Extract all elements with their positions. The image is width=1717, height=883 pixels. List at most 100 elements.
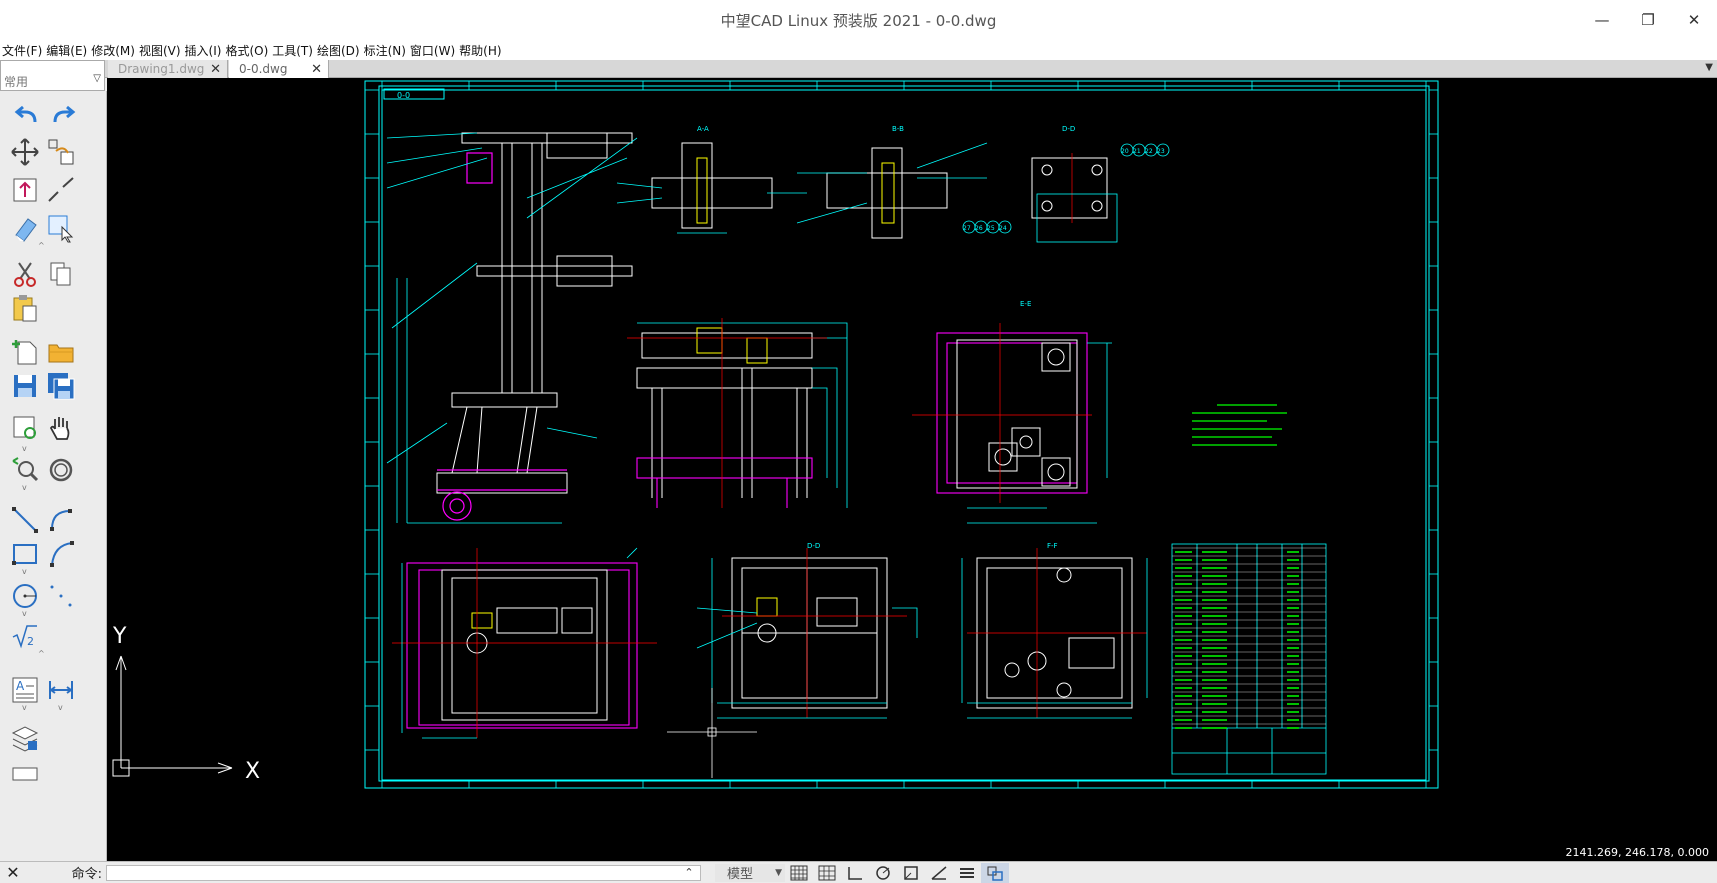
menu-window[interactable]: 窗口(W) [410, 42, 455, 59]
window-controls: — ❐ ✕ [1579, 0, 1717, 40]
stretch-icon[interactable] [8, 173, 42, 207]
polar-icon[interactable] [869, 863, 897, 883]
tab-label: Drawing1.dwg [118, 62, 205, 76]
callout: 20 [1121, 148, 1129, 155]
point-icon[interactable] [44, 579, 78, 613]
dim-icon[interactable] [44, 673, 78, 707]
menu-draw[interactable]: 绘图(D) [317, 42, 360, 59]
chevron-down-icon[interactable]: v [22, 444, 27, 453]
menu-modify[interactable]: 修改(M) [91, 42, 135, 59]
workspace-select[interactable]: 常用 ▽ [0, 60, 105, 91]
open-icon[interactable] [44, 334, 78, 368]
command-label: 命令: [71, 867, 102, 882]
erase-icon[interactable] [8, 211, 42, 245]
line-icon[interactable] [8, 503, 42, 537]
chevron-up-icon[interactable]: ^ [38, 241, 45, 250]
redo-icon[interactable] [46, 99, 80, 133]
rect-icon[interactable] [8, 537, 42, 571]
select-icon[interactable] [44, 211, 78, 245]
tracking-icon[interactable] [925, 863, 953, 883]
zoom-window-icon[interactable] [8, 411, 42, 445]
object-snap-icon[interactable] [897, 863, 925, 883]
chevron-down-icon[interactable]: v [22, 609, 27, 618]
ucs-y-label: Y [112, 624, 127, 649]
cad-drawing: 0-0 A-A B-B 20 21 22 23 27 26 25 24 D-D … [112, 80, 1439, 789]
window-title: 中望CAD Linux 预装版 2021 - 0-0.dwg [720, 11, 997, 30]
view-label: F-F [1047, 542, 1058, 550]
break-icon[interactable] [44, 173, 78, 207]
chevron-down-icon[interactable]: v [22, 483, 27, 492]
cut-icon[interactable] [8, 257, 42, 291]
callout: 24 [999, 225, 1007, 232]
zoom-icon[interactable] [8, 453, 42, 487]
tool-palette: ^ v v v v 2 ^ A v v [0, 91, 107, 861]
restore-button[interactable]: ❐ [1625, 0, 1671, 40]
close-icon[interactable]: ✕ [0, 863, 26, 882]
chevron-down-icon[interactable]: v [58, 703, 63, 712]
snap-grid-icon[interactable] [813, 863, 841, 883]
command-bar: ✕ 命令: ⌃ 模型 ▼ [0, 861, 1717, 883]
menu-help[interactable]: 帮助(H) [459, 42, 501, 59]
move-icon[interactable] [8, 135, 42, 169]
document-tab-bar: Drawing1.dwg ✕ 0-0.dwg ✕ ▼ [0, 60, 1717, 78]
tab-drawing1[interactable]: Drawing1.dwg ✕ [108, 60, 228, 78]
circle-icon[interactable] [8, 579, 42, 613]
menu-dimension[interactable]: 标注(N) [364, 42, 406, 59]
grid-display-icon[interactable] [785, 863, 813, 883]
pan-icon[interactable] [44, 411, 78, 445]
command-input[interactable] [106, 864, 701, 881]
view-label: B-B [892, 125, 904, 133]
chevron-down-icon[interactable]: v [22, 567, 27, 576]
close-icon[interactable]: ✕ [311, 62, 322, 77]
menu-bar: 文件(F) 编辑(E) 修改(M) 视图(V) 插入(I) 格式(O) 工具(T… [0, 40, 1717, 60]
orbit-icon[interactable] [44, 453, 78, 487]
properties-icon[interactable] [8, 755, 42, 789]
ortho-icon[interactable] [841, 863, 869, 883]
copy-icon[interactable] [44, 135, 78, 169]
view-label: D-D [1062, 125, 1075, 133]
menu-insert[interactable]: 插入(I) [185, 42, 222, 59]
menu-file[interactable]: 文件(F) [2, 42, 42, 59]
cursor-coordinates: 2141.269, 246.178, 0.000 [1565, 846, 1709, 859]
callout: 27 [963, 225, 971, 232]
view-label: D-D [807, 542, 820, 550]
view-label: A-A [697, 125, 709, 133]
layer-icon[interactable] [8, 721, 42, 755]
callout: 22 [1145, 148, 1153, 155]
selection-cycling-icon[interactable] [981, 862, 1009, 883]
model-space-select[interactable]: 模型 ▼ [715, 863, 785, 882]
drawing-canvas[interactable]: 0-0 A-A B-B 20 21 22 23 27 26 25 24 D-D … [107, 78, 1717, 861]
menu-edit[interactable]: 编辑(E) [46, 42, 87, 59]
arc2-icon[interactable] [44, 537, 78, 571]
tab-label: 0-0.dwg [239, 62, 288, 76]
callout: 25 [987, 225, 995, 232]
sheet-label: 0-0 [397, 91, 410, 100]
svg-text:2: 2 [27, 635, 34, 648]
chevron-down-icon[interactable]: v [22, 703, 27, 712]
new-icon[interactable] [8, 334, 42, 368]
chevron-down-icon: ▼ [775, 867, 782, 878]
menu-view[interactable]: 视图(V) [139, 42, 181, 59]
menu-format[interactable]: 格式(O) [225, 42, 268, 59]
minimize-button[interactable]: — [1579, 0, 1625, 40]
ucs-x-label: X [245, 759, 260, 784]
workspace-value: 常用 [4, 75, 29, 89]
chevron-down-icon: ▽ [93, 73, 101, 84]
sqrt-icon[interactable]: 2 [8, 619, 42, 653]
lineweight-icon[interactable] [953, 863, 981, 883]
close-icon[interactable]: ✕ [210, 62, 221, 77]
save-icon[interactable] [8, 369, 42, 403]
undo-icon[interactable] [10, 99, 44, 133]
svg-text:A: A [16, 679, 25, 693]
paste-icon[interactable] [8, 291, 42, 325]
save-as-icon[interactable] [44, 369, 78, 403]
chevron-up-icon[interactable]: ^ [38, 649, 45, 658]
menu-tools[interactable]: 工具(T) [272, 42, 313, 59]
chevron-up-icon[interactable]: ⌃ [679, 866, 699, 879]
close-window-button[interactable]: ✕ [1671, 0, 1717, 40]
text-icon[interactable]: A [8, 673, 42, 707]
tab-list-dropdown-icon[interactable]: ▼ [1705, 62, 1713, 73]
tab-0-0[interactable]: 0-0.dwg ✕ [229, 60, 329, 78]
copy-clip-icon[interactable] [44, 257, 78, 291]
arc-icon[interactable] [44, 503, 78, 537]
